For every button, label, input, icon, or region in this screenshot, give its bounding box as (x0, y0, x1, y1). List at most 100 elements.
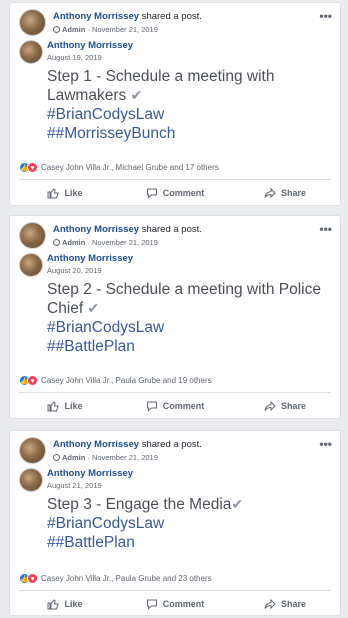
share-date[interactable]: November 21, 2019 (92, 453, 158, 462)
divider (19, 179, 331, 180)
post-header: Anthony Morrissey shared a post. Admin ·… (19, 222, 332, 256)
share-meta: Admin · November 21, 2019 (53, 453, 158, 462)
post-card: Anthony Morrissey shared a post. Admin ·… (9, 430, 341, 616)
body-line-1: Step 2 - Schedule a meeting with Police (47, 281, 321, 298)
check-icon: ✔ (231, 496, 244, 512)
reaction-names: Casey John Villa Jr., Michael Grube and … (41, 163, 219, 172)
post-body: Step 3 - Engage the Media✔ #BrianCodysLa… (47, 495, 339, 552)
role-label: Admin (62, 238, 86, 247)
sharer-avatar[interactable] (19, 437, 46, 464)
hashtag-link[interactable]: #BrianCodysLaw (47, 318, 339, 337)
like-button[interactable]: Like (10, 182, 120, 204)
comment-button[interactable]: Comment (120, 182, 230, 204)
comment-icon (146, 401, 157, 412)
heart-reaction-icon: ♥ (27, 375, 38, 386)
more-options-icon[interactable]: ••• (319, 437, 332, 451)
comment-icon (146, 599, 157, 610)
reactions-summary[interactable]: 👍 ♥ Casey John Villa Jr., Michael Grube a… (19, 162, 219, 173)
share-meta: Admin · November 21, 2019 (53, 238, 158, 247)
body-line-1: Step 1 - Schedule a meeting with (47, 68, 275, 85)
action-bar: Like Comment Share (10, 593, 340, 615)
reactions-summary[interactable]: 👍 ♥ Casey John Villa Jr., Paula Grube and… (19, 375, 212, 386)
like-label: Like (64, 188, 83, 198)
share-line: Anthony Morrissey shared a post. (53, 11, 202, 22)
thumbs-up-icon (47, 401, 60, 412)
share-button[interactable]: Share (230, 182, 340, 204)
hashtag-link[interactable]: #BrianCodysLaw (47, 514, 339, 533)
share-label: Share (280, 401, 306, 411)
heart-reaction-icon: ♥ (27, 162, 38, 173)
author-avatar[interactable] (19, 468, 43, 492)
author-name[interactable]: Anthony Morrissey (47, 468, 133, 479)
share-button[interactable]: Share (230, 593, 340, 615)
divider (19, 392, 331, 393)
thumbs-up-icon (47, 188, 60, 199)
comment-label: Comment (162, 599, 205, 609)
share-label: Share (280, 188, 306, 198)
admin-icon (53, 26, 60, 33)
comment-label: Comment (162, 188, 205, 198)
share-meta: Admin · November 21, 2019 (53, 25, 158, 34)
author-date[interactable]: August 20, 2019 (47, 266, 102, 275)
admin-icon (53, 239, 60, 246)
sharer-avatar[interactable] (19, 9, 46, 36)
comment-icon (146, 188, 157, 199)
like-button[interactable]: Like (10, 593, 120, 615)
author-date[interactable]: August 19, 2019 (47, 53, 102, 62)
share-icon (264, 187, 276, 199)
like-label: Like (64, 599, 83, 609)
action-bar: Like Comment Share (10, 182, 340, 204)
check-icon: ✔ (87, 300, 100, 316)
reaction-names: Casey John Villa Jr., Paula Grube and 19… (41, 376, 212, 385)
admin-icon (53, 454, 60, 461)
share-line: Anthony Morrissey shared a post. (53, 439, 202, 450)
more-options-icon[interactable]: ••• (319, 9, 332, 23)
shared-text: shared a post. (141, 439, 202, 450)
like-button[interactable]: Like (10, 395, 120, 417)
hashtag-link[interactable]: ##BattlePlan (47, 337, 339, 356)
post-header: Anthony Morrissey shared a post. Admin ·… (19, 437, 332, 471)
post-body: Step 1 - Schedule a meeting with Lawmake… (47, 67, 339, 143)
shared-text: shared a post. (141, 224, 202, 235)
share-button[interactable]: Share (230, 395, 340, 417)
comment-label: Comment (162, 401, 205, 411)
sharer-name[interactable]: Anthony Morrissey (53, 11, 139, 22)
check-icon: ✔ (130, 87, 143, 103)
body-line-2: Chief (47, 300, 84, 317)
heart-reaction-icon: ♥ (27, 573, 38, 584)
reactions-summary[interactable]: 👍 ♥ Casey John Villa Jr., Paula Grube and… (19, 573, 212, 584)
share-line: Anthony Morrissey shared a post. (53, 224, 202, 235)
role-label: Admin (62, 453, 86, 462)
body-line-1: Step 3 - Engage the Media (47, 496, 232, 513)
thumbs-up-icon (47, 599, 60, 610)
hashtag-link[interactable]: ##MorrisseyBunch (47, 124, 339, 143)
shared-text: shared a post. (141, 11, 202, 22)
body-line-2: Lawmakers (47, 87, 127, 104)
post-body: Step 2 - Schedule a meeting with Police … (47, 280, 339, 356)
sharer-name[interactable]: Anthony Morrissey (53, 439, 139, 450)
post-header: Anthony Morrissey shared a post. Admin ·… (19, 9, 332, 43)
comment-button[interactable]: Comment (120, 593, 230, 615)
hashtag-link[interactable]: #BrianCodysLaw (47, 105, 339, 124)
author-avatar[interactable] (19, 40, 43, 64)
sharer-avatar[interactable] (19, 222, 46, 249)
action-bar: Like Comment Share (10, 395, 340, 417)
reaction-names: Casey John Villa Jr., Paula Grube and 23… (41, 574, 212, 583)
author-name[interactable]: Anthony Morrissey (47, 253, 133, 264)
hashtag-link[interactable]: ##BattlePlan (47, 533, 339, 552)
share-label: Share (280, 599, 306, 609)
post-card: Anthony Morrissey shared a post. Admin ·… (9, 215, 341, 419)
feed: Anthony Morrissey shared a post. Admin ·… (0, 0, 348, 618)
author-date[interactable]: August 21, 2019 (47, 481, 102, 490)
author-name[interactable]: Anthony Morrissey (47, 40, 133, 51)
share-icon (264, 598, 276, 610)
author-avatar[interactable] (19, 253, 43, 277)
post-card: Anthony Morrissey shared a post. Admin ·… (9, 2, 341, 206)
sharer-name[interactable]: Anthony Morrissey (53, 224, 139, 235)
share-icon (264, 400, 276, 412)
like-label: Like (64, 401, 83, 411)
more-options-icon[interactable]: ••• (319, 222, 332, 236)
comment-button[interactable]: Comment (120, 395, 230, 417)
share-date[interactable]: November 21, 2019 (92, 25, 158, 34)
share-date[interactable]: November 21, 2019 (92, 238, 158, 247)
